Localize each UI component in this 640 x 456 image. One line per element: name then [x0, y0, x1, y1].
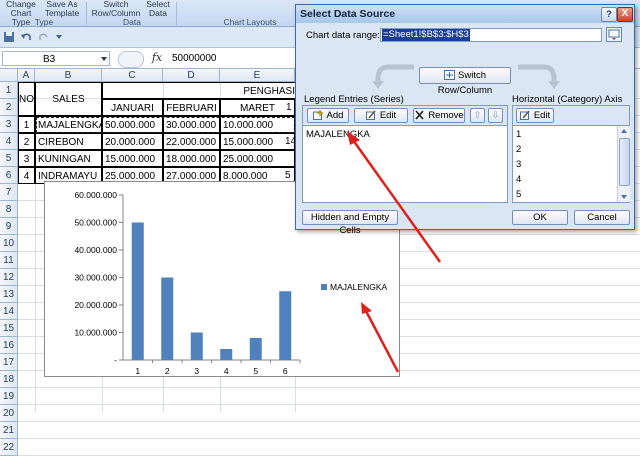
annotation-arrow-head — [347, 131, 360, 145]
row-header[interactable]: 22 — [0, 439, 18, 456]
gridline — [18, 438, 640, 439]
annotation-arrow-head — [361, 302, 372, 314]
row-header[interactable]: 21 — [0, 422, 18, 439]
annotation-arrow-line — [364, 310, 400, 373]
gridline — [18, 421, 640, 422]
annotation-arrow-line — [351, 139, 442, 263]
annotation-overlay — [347, 131, 442, 373]
